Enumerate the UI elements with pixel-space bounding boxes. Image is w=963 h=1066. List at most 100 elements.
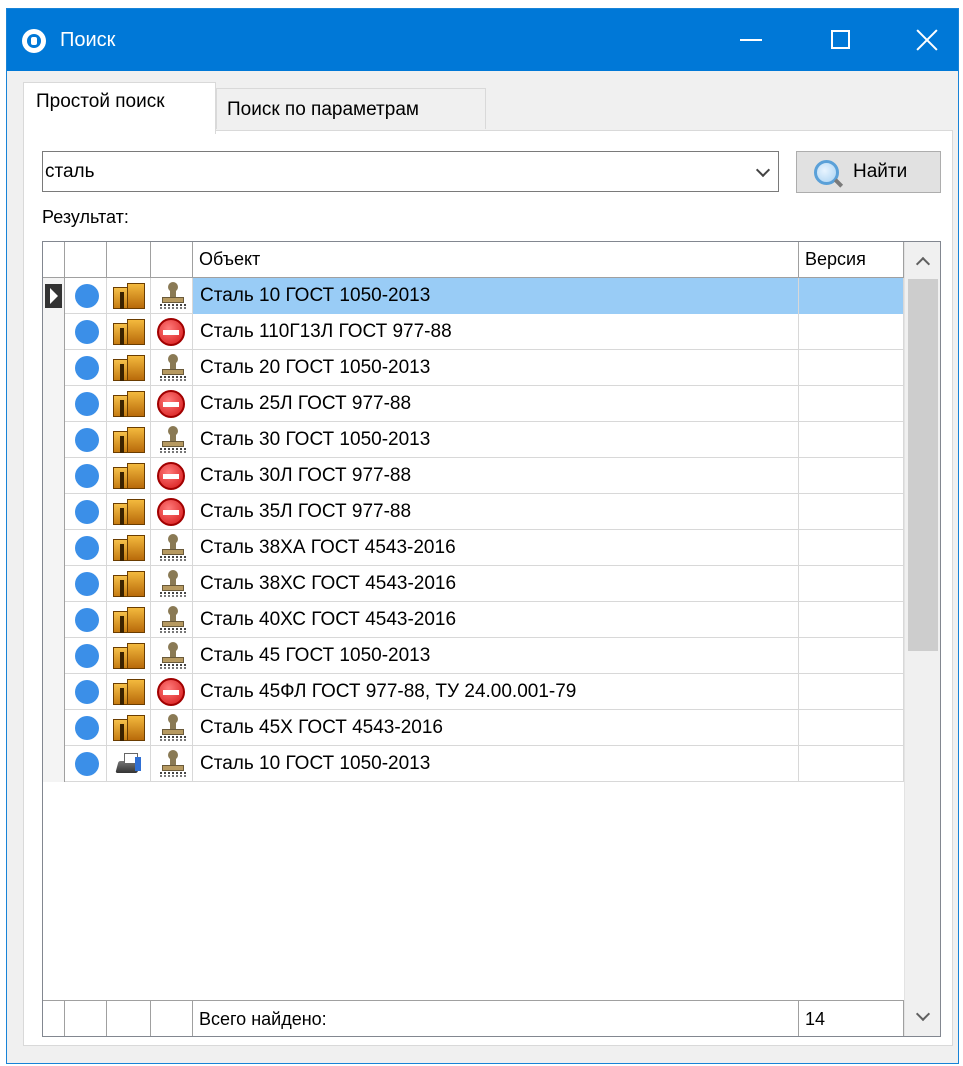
box-icon — [113, 283, 145, 309]
type-cell — [107, 710, 151, 746]
close-button[interactable] — [894, 9, 958, 71]
find-button[interactable]: Найти — [796, 151, 941, 193]
table-row[interactable]: Сталь 30 ГОСТ 1050-2013 — [43, 422, 904, 458]
status-cell — [65, 350, 107, 386]
row-selector[interactable] — [43, 746, 65, 782]
vertical-scrollbar[interactable] — [904, 242, 940, 1036]
object-cell[interactable]: Сталь 10 ГОСТ 1050-2013 — [193, 746, 799, 782]
table-row[interactable]: Сталь 45Х ГОСТ 4543-2016 — [43, 710, 904, 746]
object-cell[interactable]: Сталь 30Л ГОСТ 977-88 — [193, 458, 799, 494]
scroll-up-icon[interactable] — [905, 242, 940, 278]
table-row[interactable]: Сталь 45ФЛ ГОСТ 977-88, ТУ 24.00.001-79 — [43, 674, 904, 710]
row-selector[interactable] — [43, 530, 65, 566]
object-cell[interactable]: Сталь 20 ГОСТ 1050-2013 — [193, 350, 799, 386]
type-cell — [107, 422, 151, 458]
maximize-button[interactable] — [807, 9, 871, 71]
version-cell[interactable] — [799, 278, 904, 314]
status-dot-icon — [75, 284, 99, 308]
version-cell[interactable] — [799, 746, 904, 782]
status-dot-icon — [75, 356, 99, 380]
stop-icon — [157, 498, 185, 526]
version-cell[interactable] — [799, 422, 904, 458]
version-cell[interactable] — [799, 674, 904, 710]
row-selector[interactable] — [43, 278, 65, 314]
object-cell[interactable]: Сталь 38ХС ГОСТ 4543-2016 — [193, 566, 799, 602]
row-selector[interactable] — [43, 422, 65, 458]
table-row[interactable]: Сталь 20 ГОСТ 1050-2013 — [43, 350, 904, 386]
header-version[interactable]: Версия — [799, 242, 904, 278]
table-row[interactable]: Сталь 35Л ГОСТ 977-88 — [43, 494, 904, 530]
footer-cell — [151, 1001, 193, 1036]
stamp-icon — [159, 534, 187, 562]
status-cell — [65, 674, 107, 710]
row-selector[interactable] — [43, 458, 65, 494]
row-selector[interactable] — [43, 350, 65, 386]
search-combobox[interactable]: сталь — [42, 151, 779, 192]
version-cell[interactable] — [799, 710, 904, 746]
object-cell[interactable]: Сталь 10 ГОСТ 1050-2013 — [193, 278, 799, 314]
object-cell[interactable]: Сталь 30 ГОСТ 1050-2013 — [193, 422, 799, 458]
header-state-cell[interactable] — [151, 242, 193, 278]
version-cell[interactable] — [799, 566, 904, 602]
row-selector[interactable] — [43, 602, 65, 638]
version-cell[interactable] — [799, 350, 904, 386]
row-selector[interactable] — [43, 494, 65, 530]
object-cell[interactable]: Сталь 45ФЛ ГОСТ 977-88, ТУ 24.00.001-79 — [193, 674, 799, 710]
object-cell[interactable]: Сталь 45 ГОСТ 1050-2013 — [193, 638, 799, 674]
object-cell[interactable]: Сталь 45Х ГОСТ 4543-2016 — [193, 710, 799, 746]
state-cell — [151, 314, 193, 350]
table-row[interactable]: Сталь 30Л ГОСТ 977-88 — [43, 458, 904, 494]
minimize-button[interactable] — [719, 9, 783, 71]
tab-parameter-search[interactable]: Поиск по параметрам — [216, 88, 486, 129]
row-selector[interactable] — [43, 710, 65, 746]
tab-simple-search[interactable]: Простой поиск — [23, 82, 216, 134]
header-object[interactable]: Объект — [193, 242, 799, 278]
table-row[interactable]: Сталь 25Л ГОСТ 977-88 — [43, 386, 904, 422]
object-cell[interactable]: Сталь 40ХС ГОСТ 4543-2016 — [193, 602, 799, 638]
version-cell[interactable] — [799, 494, 904, 530]
object-cell[interactable]: Сталь 38ХА ГОСТ 4543-2016 — [193, 530, 799, 566]
stamp-icon — [159, 750, 187, 778]
stamp-icon — [159, 426, 187, 454]
row-selector[interactable] — [43, 674, 65, 710]
status-cell — [65, 710, 107, 746]
version-cell[interactable] — [799, 386, 904, 422]
search-input[interactable]: сталь — [45, 161, 95, 183]
stop-icon — [157, 390, 185, 418]
maximize-icon — [831, 30, 850, 49]
version-cell[interactable] — [799, 458, 904, 494]
row-selector[interactable] — [43, 314, 65, 350]
results-grid: Объект Версия Сталь 10 ГОСТ 1050-2013 Ста… — [42, 241, 941, 1037]
header-status-cell[interactable] — [65, 242, 107, 278]
title-bar[interactable]: Поиск — [7, 9, 958, 71]
scrollbar-thumb[interactable] — [908, 279, 938, 651]
status-cell — [65, 386, 107, 422]
table-row[interactable]: Сталь 10 ГОСТ 1050-2013 — [43, 278, 904, 314]
total-found-label: Всего найдено: — [193, 1001, 799, 1036]
row-selector[interactable] — [43, 386, 65, 422]
status-dot-icon — [75, 536, 99, 560]
version-cell[interactable] — [799, 314, 904, 350]
stamp-icon — [159, 606, 187, 634]
object-cell[interactable]: Сталь 35Л ГОСТ 977-88 — [193, 494, 799, 530]
state-cell — [151, 566, 193, 602]
object-cell[interactable]: Сталь 110Г13Л ГОСТ 977-88 — [193, 314, 799, 350]
version-cell[interactable] — [799, 638, 904, 674]
table-row[interactable]: Сталь 10 ГОСТ 1050-2013 — [43, 746, 904, 782]
row-selector[interactable] — [43, 638, 65, 674]
scroll-down-icon[interactable] — [905, 1000, 940, 1036]
results-label: Результат: — [42, 207, 129, 227]
type-cell — [107, 638, 151, 674]
table-row[interactable]: Сталь 38ХС ГОСТ 4543-2016 — [43, 566, 904, 602]
object-cell[interactable]: Сталь 25Л ГОСТ 977-88 — [193, 386, 799, 422]
chevron-down-icon[interactable] — [755, 162, 771, 178]
status-cell — [65, 314, 107, 350]
table-row[interactable]: Сталь 40ХС ГОСТ 4543-2016 — [43, 602, 904, 638]
table-row[interactable]: Сталь 45 ГОСТ 1050-2013 — [43, 638, 904, 674]
version-cell[interactable] — [799, 602, 904, 638]
table-row[interactable]: Сталь 38ХА ГОСТ 4543-2016 — [43, 530, 904, 566]
table-row[interactable]: Сталь 110Г13Л ГОСТ 977-88 — [43, 314, 904, 350]
header-type-cell[interactable] — [107, 242, 151, 278]
version-cell[interactable] — [799, 530, 904, 566]
row-selector[interactable] — [43, 566, 65, 602]
